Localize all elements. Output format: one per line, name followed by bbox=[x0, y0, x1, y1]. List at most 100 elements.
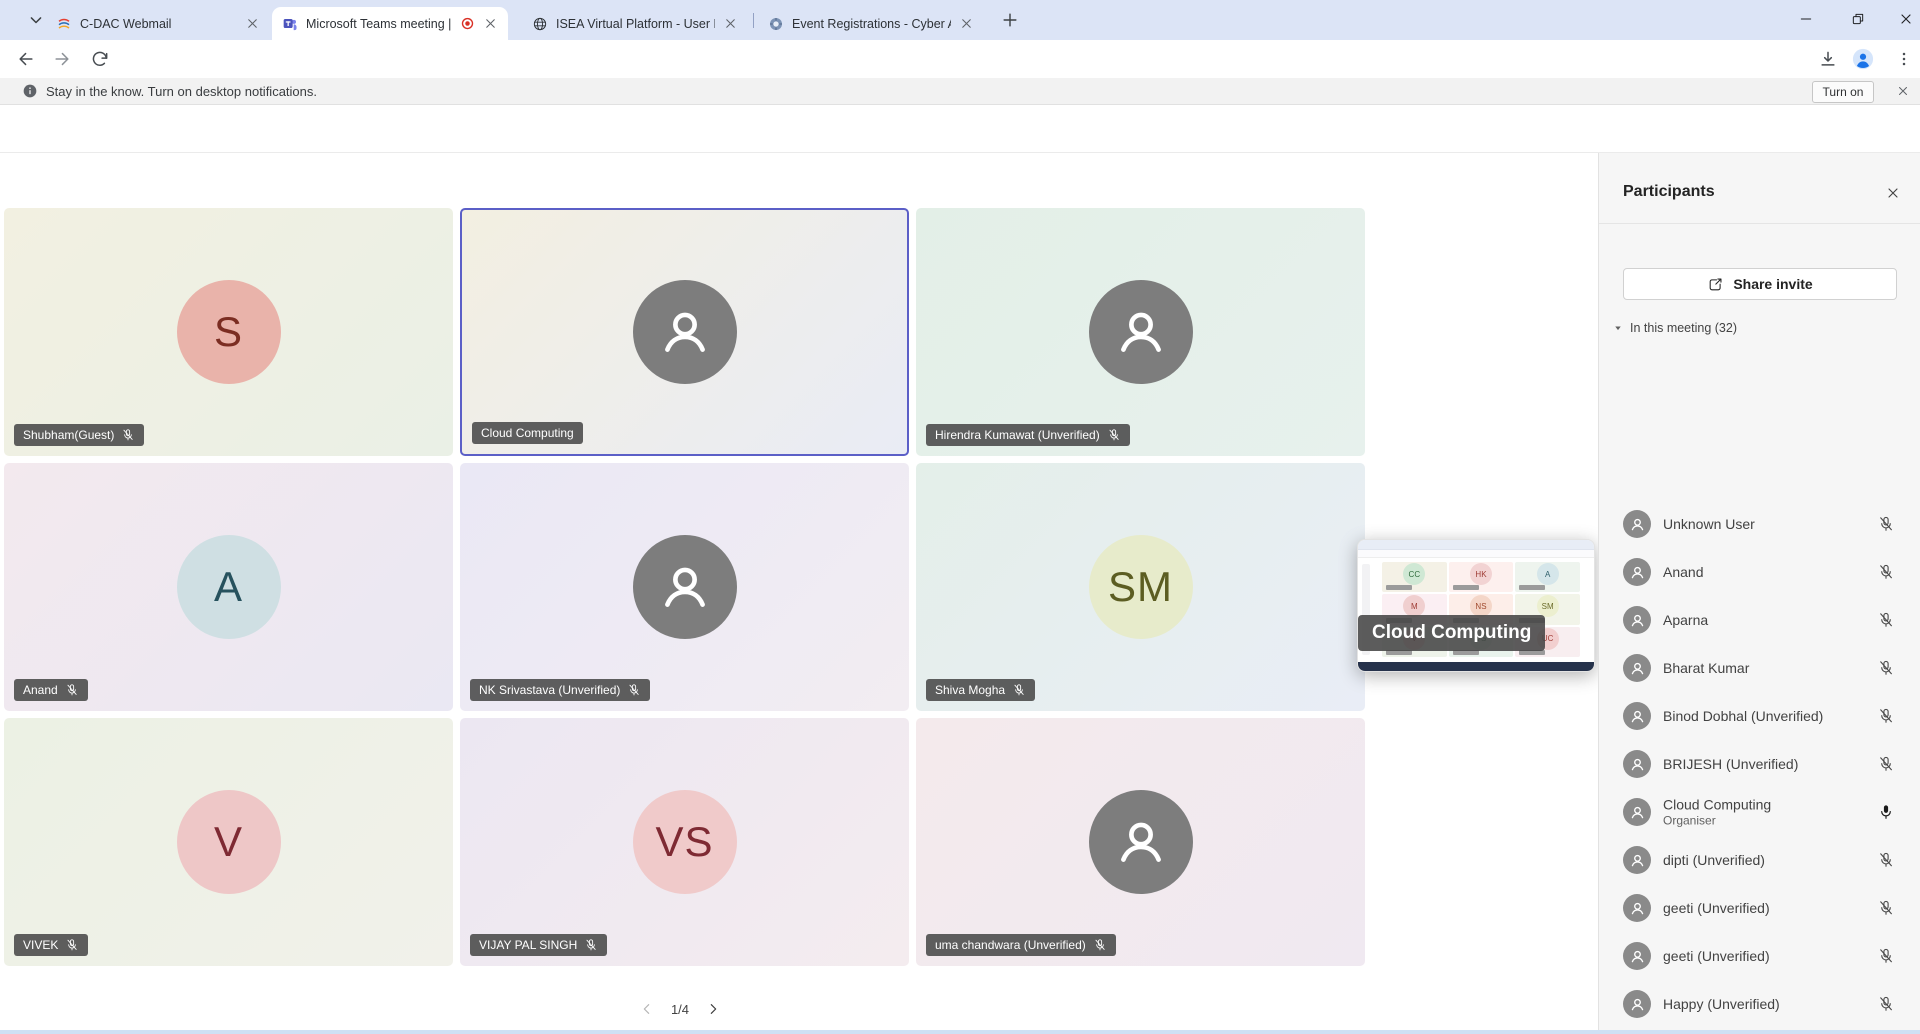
participant-name: Happy (Unverified) bbox=[1663, 996, 1780, 1012]
participant-row[interactable]: Bharat Kumar bbox=[1599, 644, 1920, 692]
participant-name: Binod Dobhal (Unverified) bbox=[1663, 708, 1823, 724]
video-tile[interactable]: V VIVEK bbox=[4, 718, 453, 966]
participant-row[interactable]: dipti (Unverified) bbox=[1599, 836, 1920, 884]
window-minimize-button[interactable] bbox=[1798, 11, 1814, 27]
window-close-button[interactable] bbox=[1898, 11, 1914, 27]
notification-banner: Stay in the know. Turn on desktop notifi… bbox=[0, 78, 1920, 105]
notification-message: Stay in the know. Turn on desktop notifi… bbox=[46, 84, 317, 99]
preview-avatar: HK bbox=[1470, 563, 1492, 585]
participant-name-badge: Cloud Computing bbox=[472, 422, 583, 444]
section-collapse-icon[interactable] bbox=[1613, 323, 1623, 333]
tab-search-chevron-icon[interactable] bbox=[26, 10, 46, 30]
person-icon bbox=[1108, 299, 1174, 365]
tab-teams-meeting[interactable]: Microsoft Teams meeting | bbox=[272, 7, 508, 40]
participant-name: Aparna bbox=[1663, 612, 1708, 628]
browser-url-bar: teams.microsoft.com/v2/?meetingjoin=true… bbox=[0, 40, 1920, 78]
event-favicon bbox=[768, 16, 784, 32]
participant-list: Unknown User Anand Aparna Bharat Kumar bbox=[1599, 500, 1920, 1034]
meeting-stage: S Shubham(Guest) Cloud Computing Hirendr… bbox=[0, 153, 1920, 1034]
video-tile[interactable]: NK Srivastava (Unverified) bbox=[460, 463, 909, 711]
participant-name: Unknown User bbox=[1663, 516, 1755, 532]
avatar bbox=[633, 280, 737, 384]
participant-row[interactable]: Cloud Computing Organiser bbox=[1599, 788, 1920, 836]
participant-name: Cloud Computing bbox=[481, 426, 574, 440]
avatar bbox=[1623, 942, 1651, 970]
previous-page-icon[interactable] bbox=[639, 1001, 655, 1017]
mic-off-icon bbox=[1877, 707, 1895, 725]
share-invite-button[interactable]: Share invite bbox=[1623, 268, 1897, 300]
recording-indicator-icon bbox=[460, 16, 475, 31]
forward-button[interactable] bbox=[52, 49, 72, 69]
tab-separator bbox=[753, 13, 754, 28]
tab-close-icon[interactable] bbox=[959, 16, 974, 31]
participant-name-badge: Hirendra Kumawat (Unverified) bbox=[926, 424, 1130, 446]
downloads-button[interactable] bbox=[1818, 49, 1838, 69]
screen-share-preview[interactable]: CC HK A M NS SM V VS UC Cloud Computing bbox=[1357, 539, 1595, 672]
tab-cdac-webmail[interactable]: C-DAC Webmail bbox=[46, 7, 270, 40]
participant-row[interactable]: Unknown User bbox=[1599, 500, 1920, 548]
new-tab-button[interactable] bbox=[1000, 10, 1020, 30]
participant-name-badge: VIJAY PAL SINGH bbox=[470, 934, 607, 956]
browser-menu-button[interactable] bbox=[1894, 49, 1914, 69]
preview-name-bar bbox=[1386, 585, 1412, 590]
avatar bbox=[1623, 702, 1651, 730]
tab-isea-platform[interactable]: ISEA Virtual Platform - User Das bbox=[522, 7, 748, 40]
participant-row[interactable]: Aparna bbox=[1599, 596, 1920, 644]
tab-close-icon[interactable] bbox=[483, 16, 498, 31]
profile-avatar[interactable] bbox=[1852, 48, 1874, 70]
participant-name: VIJAY PAL SINGH bbox=[479, 938, 577, 952]
person-icon bbox=[652, 554, 718, 620]
participant-name-badge: NK Srivastava (Unverified) bbox=[470, 679, 650, 701]
panel-title: Participants bbox=[1623, 183, 1715, 201]
participant-name: geeti (Unverified) bbox=[1663, 900, 1770, 916]
participant-row[interactable]: geeti (Unverified) bbox=[1599, 932, 1920, 980]
notification-close-icon[interactable] bbox=[1896, 84, 1910, 98]
mic-off-icon bbox=[1107, 428, 1121, 442]
participant-row[interactable]: geeti (Unverified) bbox=[1599, 884, 1920, 932]
video-tile[interactable]: uma chandwara (Unverified) bbox=[916, 718, 1365, 966]
video-tile[interactable]: S Shubham(Guest) bbox=[4, 208, 453, 456]
video-grid: S Shubham(Guest) Cloud Computing Hirendr… bbox=[4, 208, 1365, 966]
person-icon bbox=[1628, 899, 1647, 918]
preview-toolbar bbox=[1358, 550, 1594, 558]
video-tile[interactable]: Cloud Computing bbox=[460, 208, 909, 456]
participant-row[interactable]: Anand bbox=[1599, 548, 1920, 596]
grid-pager: 1/4 bbox=[4, 1001, 1356, 1017]
mic-off-icon bbox=[1877, 659, 1895, 677]
participant-name: Hirendra Kumawat (Unverified) bbox=[935, 428, 1100, 442]
avatar bbox=[633, 535, 737, 639]
person-icon bbox=[1628, 803, 1647, 822]
mic-off-icon bbox=[1093, 938, 1107, 952]
preview-tile: CC bbox=[1382, 562, 1447, 592]
avatar bbox=[1623, 606, 1651, 634]
tab-title: Event Registrations - Cyber Awa bbox=[792, 17, 951, 31]
participant-row[interactable]: Happy (Unverified) bbox=[1599, 980, 1920, 1028]
avatar: S bbox=[177, 280, 281, 384]
back-button[interactable] bbox=[16, 49, 36, 69]
window-restore-button[interactable] bbox=[1850, 11, 1866, 27]
video-tile[interactable]: Hirendra Kumawat (Unverified) bbox=[916, 208, 1365, 456]
participant-row[interactable]: Binod Dobhal (Unverified) bbox=[1599, 692, 1920, 740]
video-tile[interactable]: SM Shiva Mogha bbox=[916, 463, 1365, 711]
video-tile[interactable]: A Anand bbox=[4, 463, 453, 711]
tab-close-icon[interactable] bbox=[723, 16, 738, 31]
participant-name-badge: Shiva Mogha bbox=[926, 679, 1035, 701]
avatar bbox=[1089, 280, 1193, 384]
preview-browser-chrome bbox=[1358, 540, 1594, 550]
mic-off-icon bbox=[1877, 851, 1895, 869]
video-tile[interactable]: VS VIJAY PAL SINGH bbox=[460, 718, 909, 966]
avatar bbox=[1623, 798, 1651, 826]
reload-button[interactable] bbox=[90, 49, 110, 69]
tab-event-registrations[interactable]: Event Registrations - Cyber Awa bbox=[758, 7, 984, 40]
panel-close-icon[interactable] bbox=[1885, 185, 1901, 201]
in-this-meeting-section[interactable]: In this meeting (32) bbox=[1613, 321, 1737, 335]
panel-divider bbox=[1599, 223, 1920, 224]
participant-row[interactable]: BRIJESH (Unverified) bbox=[1599, 740, 1920, 788]
mic-off-icon bbox=[1877, 899, 1895, 917]
next-page-icon[interactable] bbox=[705, 1001, 721, 1017]
tab-title: C-DAC Webmail bbox=[80, 17, 237, 31]
turn-on-button[interactable]: Turn on bbox=[1812, 81, 1874, 103]
tab-close-icon[interactable] bbox=[245, 16, 260, 31]
mic-off-icon bbox=[584, 938, 598, 952]
mic-off-icon bbox=[627, 683, 641, 697]
